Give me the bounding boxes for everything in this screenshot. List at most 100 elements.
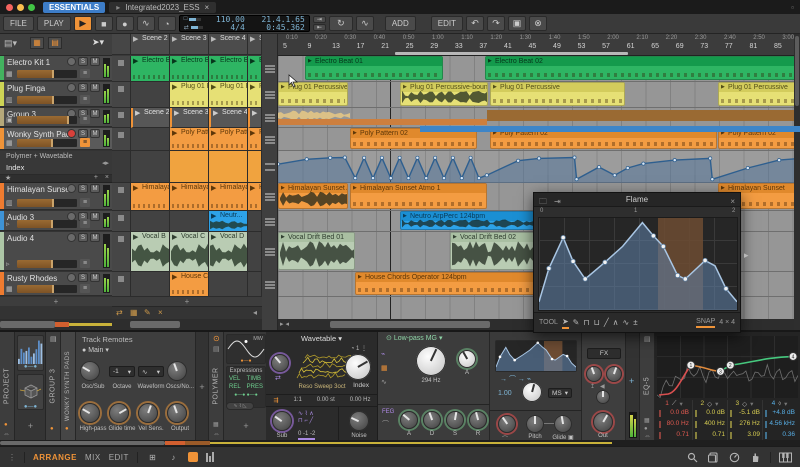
clip-stop-button[interactable]	[112, 108, 131, 128]
eq-freq-value[interactable]: 276 Hz	[728, 420, 762, 428]
search-icon[interactable]	[686, 451, 699, 464]
pointer-tool-icon[interactable]: ➤	[561, 317, 569, 329]
stop-button[interactable]: ■	[94, 16, 113, 31]
scene-header-4[interactable]: ▶ Scene 4	[209, 34, 248, 55]
unison-value[interactable]: ◔ 1 ⋮	[351, 345, 367, 352]
metronome-icon[interactable]: ◔	[157, 16, 176, 31]
mw-modulator[interactable]: MW ●—●	[226, 334, 266, 364]
tab-project[interactable]: PROJECT ● ⇔	[0, 332, 15, 440]
solo-button[interactable]: S	[78, 129, 88, 138]
empty-clip-slot[interactable]	[248, 272, 262, 297]
play-menu-button[interactable]: PLAY	[36, 16, 71, 31]
eq-curve-display[interactable]: 1 3 2 4	[657, 336, 798, 398]
volume-slider[interactable]	[17, 219, 77, 228]
minimize-window-button[interactable]	[17, 3, 24, 11]
clip-stop-button[interactable]	[112, 183, 131, 211]
add-lane-icon[interactable]: +	[94, 174, 98, 181]
mute-button[interactable]: M	[90, 129, 100, 138]
ruler-bar-tick[interactable]: 81	[749, 43, 757, 50]
ruler-bar-tick[interactable]: 45	[529, 43, 537, 50]
eq-gain-value[interactable]: 0.0 dB	[657, 409, 691, 417]
freq-value[interactable]: 0.00 Hz	[350, 397, 371, 404]
filter-title[interactable]: ⊙ Low-pass MG ▾	[378, 332, 489, 342]
eq-freq-value[interactable]: 4.56 kHz	[763, 420, 797, 428]
fx-width-knob[interactable]	[596, 390, 610, 404]
record-arm-button[interactable]	[67, 83, 76, 92]
arranger-clip[interactable]: Plug 01 Percussive-bounce-1	[400, 82, 488, 106]
volume-slider[interactable]	[17, 95, 77, 104]
redo-icon[interactable]: ↷	[486, 16, 505, 31]
remote-knob-glidetime[interactable]	[109, 403, 129, 423]
track-grip[interactable]	[265, 248, 275, 256]
window-menu-icon[interactable]: ▫	[791, 3, 794, 12]
add-thumbnail-button[interactable]: +	[17, 416, 44, 436]
launcher-clip[interactable]: ▶H	[248, 183, 262, 211]
device-scrollbar-handle[interactable]	[0, 441, 165, 445]
delete-icon[interactable]: ⊗	[528, 16, 547, 31]
mute-button[interactable]: M	[90, 233, 100, 242]
flame-rate-value[interactable]: 1.00	[498, 390, 512, 397]
ramp-shape-icon[interactable]: ╱	[604, 318, 609, 327]
detune-value[interactable]: 0.00 st	[317, 397, 335, 404]
mute-button[interactable]: M	[90, 57, 100, 66]
pen-icon[interactable]: ✎	[144, 308, 151, 317]
eq-q-value[interactable]: 0.71	[657, 431, 691, 439]
shuffle-icon[interactable]: ⇄	[116, 308, 123, 317]
clip-stop-button[interactable]	[112, 128, 131, 151]
track-grip[interactable]	[265, 135, 275, 144]
launcher-clip[interactable]: ▶Himalayan ...	[209, 183, 248, 211]
group-scene-cell[interactable]: ▶S	[248, 108, 262, 128]
folder-icon[interactable]: ▤	[644, 335, 651, 343]
folder-icon[interactable]: 🗀	[539, 195, 547, 209]
osc-shape-pill[interactable]: ∿ ⌇ ◺	[226, 402, 254, 410]
copy-icon[interactable]: ▣	[507, 16, 526, 31]
plus-minus-icon[interactable]: ±	[633, 318, 637, 327]
eq5-device-header[interactable]: ▤ EQ-5 ▦ ● ⇔	[640, 332, 655, 440]
mixer-toggle-icon[interactable]	[205, 452, 214, 462]
glide-knob[interactable]	[554, 415, 572, 433]
add-modulator-button[interactable]: +	[232, 414, 260, 438]
scene-header-2[interactable]: ▶ Scene 2	[131, 34, 170, 55]
view-edit[interactable]: EDIT	[109, 453, 129, 462]
eq-freq-value[interactable]: 80.0 Hz	[657, 420, 691, 428]
launcher-clip[interactable]: ▶P	[248, 128, 262, 151]
clip-stop-button[interactable]	[112, 82, 131, 108]
track-header-himalayan[interactable]: Himalayan Sunset S M ▥ ≡	[0, 183, 112, 210]
solo-button[interactable]: S	[78, 273, 88, 282]
clear-icon[interactable]: ×	[158, 308, 163, 317]
resonance-knob[interactable]	[458, 350, 476, 368]
eq-q-value[interactable]: 0.36	[763, 431, 797, 439]
mute-button[interactable]: M	[90, 109, 100, 118]
status-menu-icon[interactable]: ⋮	[8, 453, 16, 462]
ruler-bar-tick[interactable]: 17	[357, 43, 365, 50]
eq-band-header[interactable]: 1 ⟋ ▾	[657, 400, 691, 408]
track-grip[interactable]	[265, 280, 275, 289]
timeline-ruler[interactable]: 0:10 0:20 0:30 0:40 0:50 1:00 1:10 1:20 1:30 1:40…	[278, 34, 800, 56]
tab-group-3[interactable]: ▤ GROUP 3 ●	[46, 332, 61, 440]
sync-icon[interactable]: ⇶	[273, 397, 278, 404]
arranger-clip[interactable]: Electro Beat 01	[305, 56, 443, 80]
clip-stop-button[interactable]	[112, 56, 131, 82]
launcher-clip[interactable]: ▶ Vocal C	[170, 232, 209, 272]
ruler-bar-tick[interactable]: 41	[504, 43, 512, 50]
add-button[interactable]: ADD	[384, 16, 416, 31]
flame-rate-knob[interactable]	[522, 382, 542, 402]
attack-knob[interactable]	[400, 411, 418, 429]
ruler-bar-tick[interactable]: 37	[479, 43, 487, 50]
scene-header-5[interactable]: ▶Sc	[248, 34, 262, 55]
out-knob[interactable]	[593, 412, 613, 432]
empty-clip-slot[interactable]	[131, 151, 170, 183]
octave-select[interactable]: -1 ▾	[109, 366, 135, 377]
sub-knob[interactable]	[272, 411, 292, 431]
solo-button[interactable]: S	[78, 57, 88, 66]
record-arm-button[interactable]	[67, 184, 76, 193]
scene-play-icon[interactable]: ▶	[211, 35, 216, 43]
automation-write-icon[interactable]: ∿	[136, 16, 155, 31]
snap-label[interactable]: SNAP	[696, 318, 716, 328]
play-button[interactable]: ▶	[73, 16, 92, 31]
remotes-page-select[interactable]: ● Main ▾	[82, 346, 109, 354]
flame-titlebar[interactable]: 🗀 ⇥ Flame ×	[534, 193, 740, 207]
volume-slider[interactable]	[17, 115, 77, 124]
empty-clip-slot[interactable]	[131, 128, 170, 151]
arranger-clip[interactable]: Vocal Drift Bed 01	[278, 232, 355, 270]
